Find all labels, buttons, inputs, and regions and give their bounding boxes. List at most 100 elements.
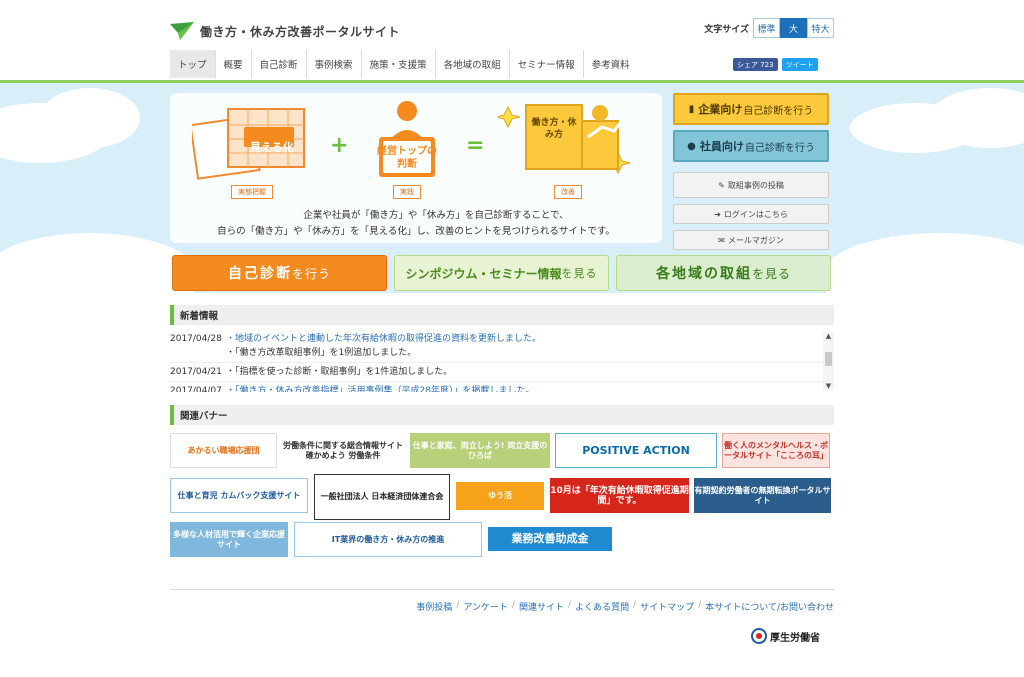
login-icon: ➜ [714,209,721,219]
step2-tag: 実践 [393,185,421,199]
ministry-emblem-icon [751,628,767,644]
facebook-share-button[interactable]: シェア 723 [733,58,778,71]
footer-link-survey[interactable]: アンケート [463,600,508,613]
login-label: ログインはこちら [723,209,788,219]
banner-gyomu-kaizen[interactable]: 業務改善助成金 [488,527,612,551]
person-icon: ● [687,140,696,152]
regional-efforts-button[interactable]: 各地域の取組 を見る [616,255,831,291]
step-visualize: 見える化 実態把握 [192,101,312,199]
news-scrollbar[interactable]: ▲ ▼ [823,332,834,390]
hero-tagline: 企業や社員が「働き方」や「休み方」を自己診断することで、 自らの「働き方」や「休… [170,208,662,240]
pencil-icon: ✎ [718,180,725,190]
footer-links: 事例投稿 / アンケート / 関連サイト / よくある質問 / サイトマップ / 本サイト… [416,600,834,613]
nav-item-overview[interactable]: 概要 [216,50,252,78]
main-nav: トップ 概要 自己診断 事例検索 施策・支援策 各地域の取組 セミナー情報 参考… [170,50,638,80]
post-case-label: 取組事例の投稿 [727,180,784,190]
news-date: 2017/04/28 [170,334,222,344]
twitter-tweet-button[interactable]: ツイート [781,58,818,71]
tagline-line-1: 企業や社員が「働き方」や「休み方」を自己診断することで、 [303,210,569,221]
banner-it-industry[interactable]: IT業界の働き方・休み方の推進 [294,522,482,557]
post-case-button[interactable]: ✎ 取組事例の投稿 [673,172,829,198]
footer-link-case-post[interactable]: 事例投稿 [416,600,452,613]
banner-comeback[interactable]: 仕事と育児 カムバック支援サイト [170,478,308,513]
banner-diverse-talent[interactable]: 多様な人材活用で輝く企業応援サイト [170,522,288,557]
banner-muki-tenkan[interactable]: 有期契約労働者の無期転換ポータルサイト [694,478,831,513]
banners-heading: 関連バナー [170,405,834,425]
banner-positive-action[interactable]: POSITIVE ACTION [555,433,717,468]
step3-label: 働き方・休み方 [531,118,577,140]
banner-akarui[interactable]: あかるい職場応援団 [170,433,277,468]
nav-item-top[interactable]: トップ [170,50,216,78]
site-title: 働き方・休み方改善ポータルサイト [200,24,401,39]
primary-action-buttons: 自己診断 を行う シンポジウム・セミナー情報 を見る 各地域の取組 を見る [170,255,834,291]
banner-ryouritsu[interactable]: 仕事と家庭、両立しよう! 両立支援のひろば [410,433,550,468]
font-size-normal-button[interactable]: 標準 [753,18,780,38]
self-diagnosis-button[interactable]: 自己診断 を行う [172,255,387,291]
scroll-down-icon[interactable]: ▼ [823,382,834,390]
news-list[interactable]: 2017/04/28 ・地域のイベントと連動した年次有給休暇の取得促進の資料を更… [170,330,834,392]
banner-yukatsu[interactable]: ゆう活 [456,482,544,510]
company-rest-label: 自己診断を行う [743,105,814,117]
symposium-seminar-button[interactable]: シンポジウム・セミナー情報 を見る [394,255,609,291]
site-header: 働き方・休み方改善ポータルサイト 文字サイズ 標準 大 特大 [170,18,834,48]
ministry-name: 厚生労働省 [770,632,820,644]
font-size-switcher: 文字サイズ 標準 大 特大 [704,18,834,38]
step1-label: 見える化 [250,141,294,154]
font-size-label: 文字サイズ [704,24,749,35]
nav-item-policies[interactable]: 施策・支援策 [362,50,436,78]
step-improvement: 働き方・休み方 改善 [498,97,638,199]
symposium-main: シンポジウム・セミナー情報 [405,266,562,281]
nav-item-regional[interactable]: 各地域の取組 [436,50,510,78]
font-size-large-button[interactable]: 大 [780,18,807,38]
footer-link-sitemap[interactable]: サイトマップ [640,600,694,613]
news-date: 2017/04/07 [170,386,222,392]
plus-sign: + [330,133,349,158]
side-buttons: ▮ 企業向け 自己診断を行う ● 社員向け 自己診断を行う ✎ 取組事例の投稿 … [673,93,829,250]
building-icon: ▮ [688,103,695,115]
scroll-thumb[interactable] [825,352,832,366]
news-item-link[interactable]: ・「働き方・休み方改善指標」活用事例集（平成28年度）」を掲載しました。 [226,384,834,392]
self-diagnosis-suffix: を行う [291,266,331,281]
font-size-xlarge-button[interactable]: 特大 [807,18,834,38]
employee-diagnosis-button[interactable]: ● 社員向け 自己診断を行う [673,130,829,162]
footer-link-faq[interactable]: よくある質問 [575,600,629,613]
scroll-up-icon[interactable]: ▲ [823,332,834,340]
ministry-logo[interactable]: 厚生労働省 [751,628,820,644]
equals-sign: = [466,133,485,158]
news-date: 2017/04/21 [170,367,222,377]
news-item-link[interactable]: ・地域のイベントと連動した年次有給休暇の取得促進の資料を更新しました。 [226,332,834,346]
hero-section: 見える化 実態把握 + 経営トップの判断 実践 = 働き方・休み方 改善 企業や… [0,83,1024,293]
employee-rest-label: 自己診断を行う [744,142,815,154]
social-share: シェア 723 ツイート [733,58,818,71]
tagline-line-2: 自らの「働き方」や「休み方」を「見える化」し、改善のヒントを見つけられるサイトで… [217,226,615,237]
news-item: ・「指標を使った診断・取組事例」を1件追加しました。 [226,367,453,377]
step-top-judgement: 経営トップの判断 実践 [365,97,449,199]
regional-main: 各地域の取組 [655,266,752,282]
login-button[interactable]: ➜ ログインはこちら [673,204,829,224]
nav-item-seminars[interactable]: セミナー情報 [510,50,584,78]
site-logo[interactable]: 働き方・休み方改善ポータルサイト [170,22,400,40]
banner-roudou-jouken[interactable]: 労働条件に関する総合情報サイト 確かめよう 労働条件 [282,433,404,468]
company-diagnosis-button[interactable]: ▮ 企業向け 自己診断を行う [673,93,829,125]
symposium-suffix: を見る [561,267,598,280]
news-row: 2017/04/21 ・「指標を使った診断・取組事例」を1件追加しました。 [170,363,834,382]
company-strong-label: 企業向け [698,103,743,116]
footer-divider [170,589,834,590]
footer-link-related[interactable]: 関連サイト [519,600,564,613]
regional-suffix: を見る [751,266,791,281]
step2-label: 経営トップの判断 [377,146,437,170]
mail-magazine-button[interactable]: ✉ メールマガジン [673,230,829,250]
nav-item-references[interactable]: 参考資料 [584,50,638,78]
envelope-icon: ✉ [718,235,725,245]
news-row: 2017/04/28 ・地域のイベントと連動した年次有給休暇の取得促進の資料を更… [170,330,834,363]
banner-paid-leave[interactable]: 10月は「年次有給休暇取得促進期間」です。 [550,478,689,513]
nav-item-self-diagnosis[interactable]: 自己診断 [252,50,307,78]
employee-strong-label: 社員向け [699,140,744,153]
banner-keidanren[interactable]: 一般社団法人 日本経済団体連合会 [314,474,450,520]
nav-item-case-search[interactable]: 事例検索 [307,50,362,78]
banner-kokoro[interactable]: 働く人のメンタルヘルス・ポータルサイト「こころの耳」 [722,433,830,468]
self-diagnosis-main: 自己診断 [227,266,292,282]
banner-grid: あかるい職場応援団 労働条件に関する総合情報サイト 確かめよう 労働条件 仕事と… [170,431,834,561]
paper-plane-icon [170,22,194,40]
footer-link-about-contact[interactable]: 本サイトについて/お問い合わせ [705,600,834,613]
